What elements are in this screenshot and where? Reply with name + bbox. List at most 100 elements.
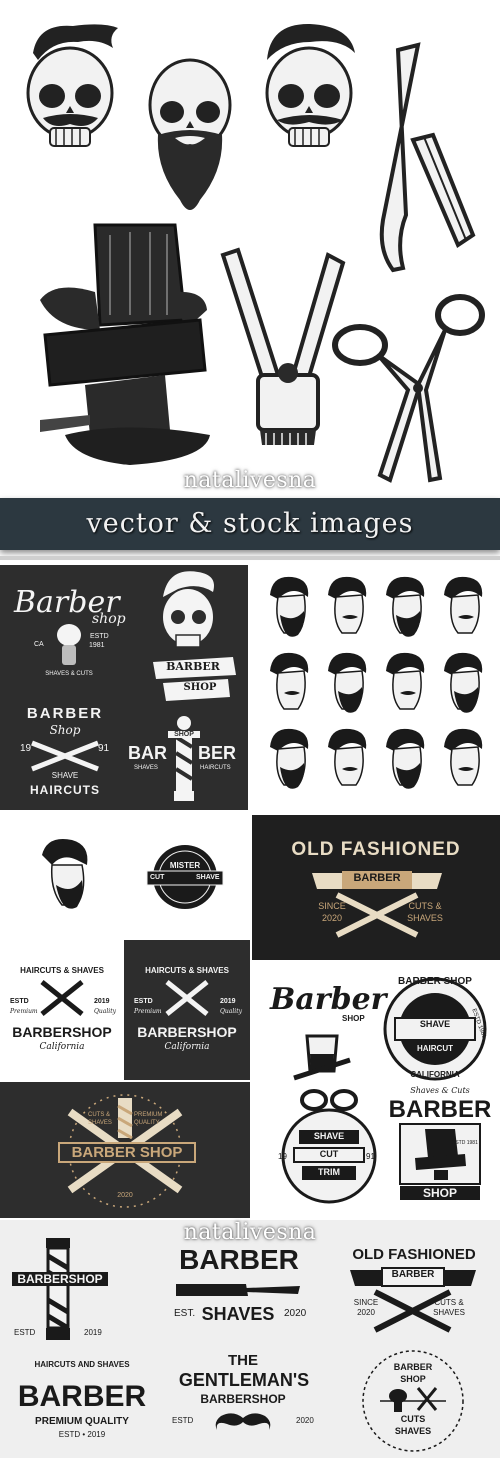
logo1-estd: ESTD	[90, 633, 109, 640]
of-since: SINCE	[353, 1298, 379, 1307]
gent-estd: ESTD	[172, 1416, 194, 1425]
ca-dark-title: BARBERSHOP	[137, 1024, 237, 1040]
man-profile-icon	[42, 839, 88, 909]
crossed-razors-icon	[31, 740, 99, 772]
logo1-ca: CA	[34, 641, 44, 648]
round-r1: SHAVE	[419, 1019, 451, 1029]
ca-dark-script: California	[164, 1042, 210, 1052]
mustache-icon	[215, 1413, 271, 1430]
divider	[0, 556, 500, 560]
skull-pompadour-icon	[163, 571, 214, 648]
bsh-title: BARBER	[179, 1244, 299, 1275]
bs-dark-title: BARBER SHOP	[58, 1142, 196, 1163]
ca-light-estd: ESTD	[10, 998, 29, 1005]
skull-beard-icon	[148, 58, 232, 210]
sct-y1: 19	[278, 1152, 287, 1161]
shave-cut-trim-badge	[281, 1089, 377, 1204]
logo1-sub: shop	[92, 611, 126, 627]
logo4-right: BER	[198, 743, 237, 763]
barber-script-shop: SHOP	[342, 1014, 365, 1023]
ca-light-qual: Quality	[94, 1008, 116, 1015]
barbershop-ca-light-panel: HAIRCUTS & SHAVES ESTD 2019 Premium Qual…	[0, 940, 124, 1080]
mister-panel: MISTER CUT SHAVE	[0, 815, 248, 937]
mister-right: SHAVE	[196, 874, 220, 881]
hairstyle-head-icon	[386, 728, 425, 789]
bsh-razor-icon	[176, 1284, 300, 1296]
of-dark-title: OLD FASHIONED	[291, 839, 461, 860]
logo3-bottom2: HAIRCUTS	[30, 783, 100, 797]
hairstyle-head-icon	[386, 576, 425, 637]
logo2-ribbon2: SHOP	[183, 682, 217, 693]
hairstyle-heads-grid	[262, 573, 497, 803]
watermark-top-text: natalivesna	[183, 468, 317, 493]
bs-dark-year: 2020	[117, 1192, 133, 1199]
chair-logo-top: Shaves & Cuts	[410, 1086, 470, 1095]
bottom-logos-panel: natalivesna BARBERSHOP ESTD 2019 BARBER …	[0, 1220, 500, 1458]
scissors-icon	[332, 294, 485, 483]
circle-b2: SHAVES	[394, 1426, 432, 1436]
hairstyle-head-icon	[270, 728, 309, 789]
hairstyle-head-icon	[270, 576, 309, 637]
logo3-shop: Shop	[49, 723, 81, 737]
gent-sub: BARBERSHOP	[200, 1392, 286, 1406]
bb-pole-icon	[46, 1238, 70, 1340]
light-right-logos-panel: Barber SHOP BARBER SHOP SHAVE HAIRCUT ES…	[252, 962, 500, 1218]
logo3-bottom1: SHAVE	[51, 771, 79, 780]
circle-t1: BARBER	[393, 1362, 433, 1372]
chair-logo-icon	[399, 1123, 481, 1185]
shaving-brush-icon	[57, 624, 81, 665]
barbershop-ca-dark-panel: HAIRCUTS & SHAVES ESTD 2019 Premium Qual…	[124, 940, 250, 1080]
barber-shop-round-badge	[383, 977, 487, 1081]
logo4-r2: HAIRCUTS	[200, 765, 231, 771]
barber-shop-dark-panel: CUTS & SHAVES PREMIUM QUALITY BARBER SHO…	[0, 1082, 250, 1218]
hairstyle-head-icon	[444, 652, 483, 713]
circle-b1: CUTS	[400, 1414, 426, 1424]
banner-text: vector & stock images	[86, 508, 414, 539]
prem-year: ESTD • 2019	[58, 1430, 106, 1439]
bsh-sub: SHAVES	[201, 1304, 275, 1324]
ca-dark-arc: HAIRCUTS & SHAVES	[145, 966, 229, 975]
logo4-mid: SHOP	[168, 731, 200, 738]
ca-light-year: 2019	[94, 998, 110, 1005]
hairstyle-head-icon	[328, 728, 367, 786]
bs-dark-c1: CUTS &	[88, 1112, 111, 1118]
chair-logo-title: BARBER	[388, 1096, 492, 1123]
hairstyle-head-icon	[444, 728, 483, 786]
bb-pole-estd: ESTD	[14, 1328, 36, 1337]
of-ribbon: BARBER	[391, 1269, 435, 1280]
ca-light-prem: Premium	[10, 1008, 38, 1015]
hair-clipper-icon	[220, 247, 346, 445]
skull-hair-icon	[26, 24, 118, 147]
top-illustrations: natalivesna	[0, 0, 500, 498]
chair-logo-bottom: SHOP	[400, 1186, 480, 1200]
ca-light-razors	[40, 980, 84, 1016]
logo4-left: BAR	[128, 743, 167, 763]
ca-light-script: California	[39, 1042, 85, 1052]
of-cuts: CUTS &	[434, 1298, 464, 1307]
barber-pole-icon	[174, 716, 194, 801]
watermark-top: natalivesna	[0, 468, 500, 493]
skull-mustache-icon	[265, 23, 355, 147]
bb-pole-ribbon: BARBERSHOP	[12, 1272, 108, 1286]
logo1-line: SHAVES & CUTS	[45, 671, 93, 677]
sct-y2: 91	[366, 1152, 375, 1161]
logo3-top: BARBER	[26, 705, 104, 722]
ca-dark-qual: Quality	[220, 1008, 242, 1015]
bs-dark-c2: SHAVES	[88, 1120, 112, 1126]
ca-light-title: BARBERSHOP	[12, 1024, 112, 1040]
bb-pole-year: 2019	[84, 1328, 102, 1337]
circle-t2: SHOP	[400, 1374, 426, 1384]
sct-r3: TRIM	[318, 1167, 340, 1177]
round-arc: BARBER SHOP	[398, 976, 472, 987]
hairstyles-panel	[252, 565, 500, 810]
barber-chair-icon	[40, 223, 210, 465]
logo4-l2: SHAVES	[134, 765, 158, 771]
logo1-title: Barber	[14, 585, 120, 620]
logo2-ribbon1: BARBER	[166, 660, 220, 673]
of-year: 2020	[357, 1308, 375, 1317]
whiskey-glass-icon	[293, 1034, 351, 1081]
round-bottom: CALIFORNIA	[410, 1070, 460, 1079]
old-fashioned-dark-panel: OLD FASHIONED BARBER SINCE 2020 CUTS & S…	[252, 815, 500, 960]
of-dark-ribbon-text: BARBER	[353, 872, 401, 884]
of-dark-shaves: SHAVES	[407, 913, 443, 923]
